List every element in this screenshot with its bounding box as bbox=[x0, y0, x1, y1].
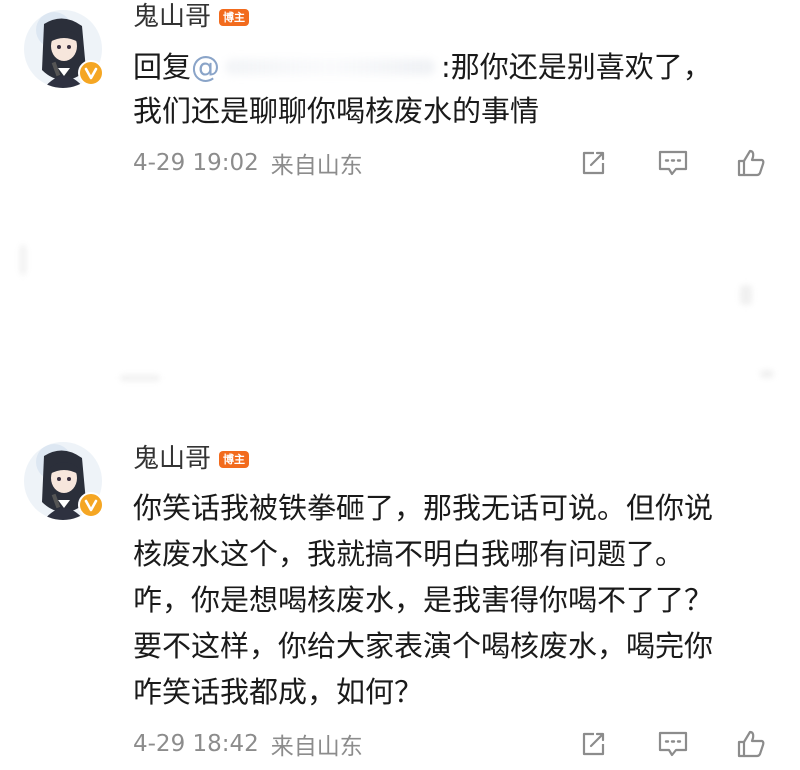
comment-line: 咋笑话我都成，如何？ bbox=[133, 675, 424, 709]
username[interactable]: 鬼山哥 bbox=[133, 2, 211, 32]
comment-line: 核废水这个，我就搞不明白我哪有问题了。 bbox=[133, 537, 685, 571]
at-sign: @ bbox=[191, 50, 221, 84]
faded-artifact bbox=[740, 285, 752, 305]
username[interactable]: 鬼山哥 bbox=[133, 444, 211, 474]
redacted-username bbox=[225, 59, 436, 75]
location: 来自山东 bbox=[270, 734, 363, 760]
comment-line: 我们还是聊聊你喝核废水的事情 bbox=[133, 94, 540, 128]
action-bar bbox=[575, 147, 773, 179]
avatar[interactable] bbox=[24, 442, 104, 520]
comment-line: 咋，你是想喝核废水，是我害得你喝不了了？ bbox=[133, 583, 714, 617]
share-button[interactable] bbox=[575, 728, 611, 760]
comment-icon bbox=[658, 731, 688, 757]
reply-text: :那你还是别喜欢了， bbox=[441, 50, 712, 84]
meta-row: 4-29 18:42 来自山东 bbox=[133, 728, 773, 760]
hidden-content-area bbox=[0, 205, 800, 405]
share-button[interactable] bbox=[575, 147, 611, 179]
avatar[interactable] bbox=[24, 10, 104, 88]
faded-artifact bbox=[20, 245, 26, 275]
faded-artifact bbox=[120, 375, 160, 381]
comment-text: 回复 @ :那你还是别喜欢了， 我们还是聊聊你喝核废水的事情 bbox=[133, 45, 773, 133]
comment-icon bbox=[658, 150, 688, 176]
like-button[interactable] bbox=[733, 147, 769, 179]
faded-artifact bbox=[760, 370, 774, 378]
verified-badge-icon bbox=[78, 60, 104, 86]
blogger-badge: 博主 bbox=[219, 450, 250, 468]
comment-line: 回复 @ :那你还是别喜欢了， bbox=[133, 45, 773, 89]
name-row: 鬼山哥 博主 bbox=[133, 2, 250, 32]
share-icon bbox=[582, 732, 605, 756]
blogger-badge: 博主 bbox=[219, 8, 250, 26]
comment-line: 你笑话我被铁拳砸了，那我无话可说。但你说 bbox=[133, 491, 714, 525]
location: 来自山东 bbox=[270, 153, 363, 179]
comment-text: 你笑话我被铁拳砸了，那我无话可说。但你说 核废水这个，我就搞不明白我哪有问题了。… bbox=[133, 485, 773, 715]
meta-row: 4-29 19:02 来自山东 bbox=[133, 147, 773, 179]
comment-button[interactable] bbox=[655, 728, 691, 760]
name-row: 鬼山哥 博主 bbox=[133, 444, 250, 474]
like-icon bbox=[737, 730, 765, 758]
mention-link[interactable]: @ bbox=[191, 50, 441, 84]
reply-prefix: 回复 bbox=[133, 50, 192, 84]
comment-line: 要不这样，你给大家表演个喝核废水，喝完你 bbox=[133, 629, 714, 663]
like-icon bbox=[737, 149, 765, 177]
verified-badge-icon bbox=[78, 492, 104, 518]
timestamp: 4-29 18:42 bbox=[133, 731, 259, 757]
share-icon bbox=[582, 151, 605, 175]
action-bar bbox=[575, 728, 773, 760]
comment-button[interactable] bbox=[655, 147, 691, 179]
like-button[interactable] bbox=[733, 728, 769, 760]
timestamp: 4-29 19:02 bbox=[133, 150, 259, 176]
